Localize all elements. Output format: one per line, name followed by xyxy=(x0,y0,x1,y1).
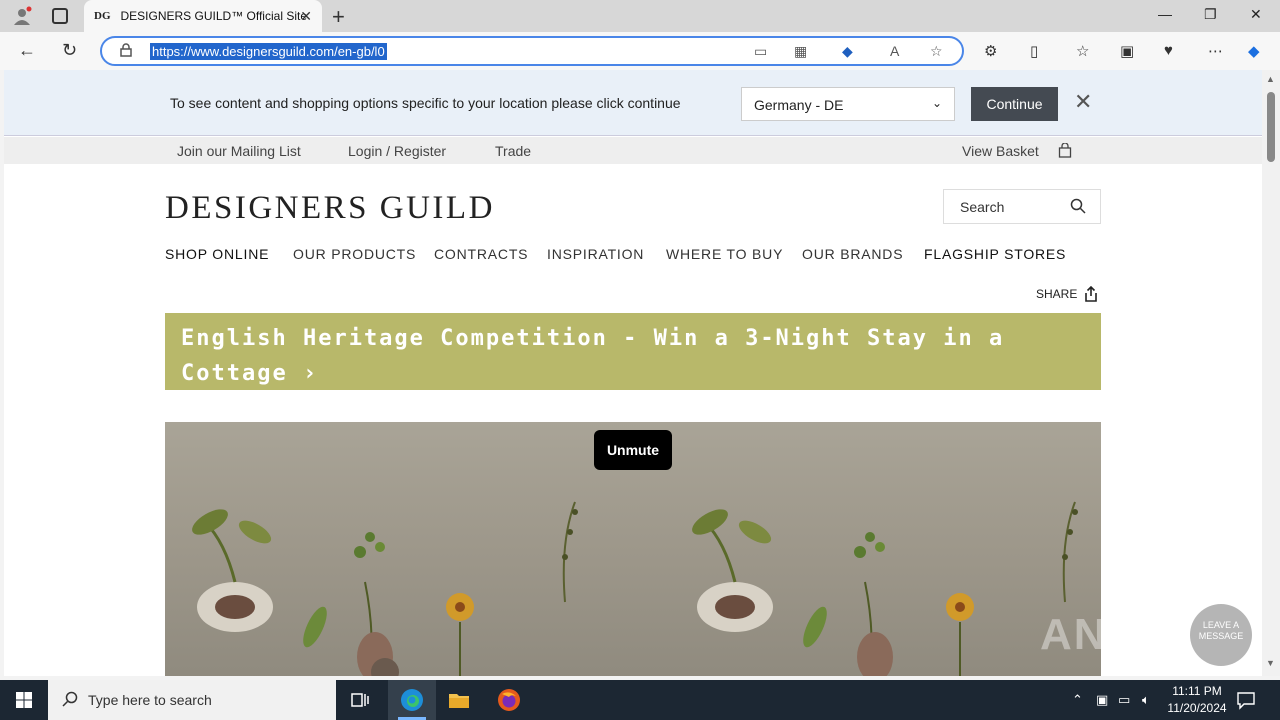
tray-expand-icon[interactable]: ⌃ xyxy=(1072,692,1083,708)
taskbar: Type here to search ⌃ ▣ ▭ 🔈︎ 11:11 PM 11… xyxy=(0,680,1280,720)
maximize-icon[interactable]: ❐ xyxy=(1204,6,1217,23)
unmute-button[interactable]: Unmute xyxy=(594,430,672,470)
device-tray-icon[interactable]: ▣ xyxy=(1096,692,1108,708)
nav-inspiration[interactable]: INSPIRATION xyxy=(547,246,644,262)
search-icon[interactable] xyxy=(1070,198,1086,214)
volume-icon[interactable]: 🔈︎ xyxy=(1142,692,1150,708)
extensions-icon[interactable]: ⚙ xyxy=(984,42,997,60)
edge-taskbar-item[interactable] xyxy=(388,680,436,720)
scroll-thumb[interactable] xyxy=(1267,92,1275,162)
profile-icon[interactable] xyxy=(12,6,32,26)
tab-bar: DG DESIGNERS GUILD™ Official Site ✕ + — … xyxy=(0,0,1280,32)
nav-our-brands[interactable]: OUR BRANDS xyxy=(802,246,903,262)
lock-icon xyxy=(120,43,132,57)
system-clock[interactable]: 11:11 PM 11/20/2024 xyxy=(1162,683,1232,717)
taskbar-search-placeholder: Type here to search xyxy=(88,692,212,708)
tab-actions-icon[interactable] xyxy=(52,8,68,24)
tab-favicon: DG xyxy=(94,10,111,22)
country-value: Germany - DE xyxy=(754,97,844,113)
promo-banner[interactable]: English Heritage Competition - Win a 3-N… xyxy=(165,313,1101,390)
login-link[interactable]: Login / Register xyxy=(348,143,446,159)
plant-group-left xyxy=(192,501,578,676)
site-search[interactable]: Search xyxy=(943,189,1101,224)
clock-time: 11:11 PM xyxy=(1172,684,1222,698)
view-basket-link[interactable]: View Basket xyxy=(962,143,1039,159)
more-icon[interactable]: ⋯ xyxy=(1208,42,1223,60)
copilot-icon[interactable]: ◆ xyxy=(1248,42,1260,60)
clock-date: 11/20/2024 xyxy=(1167,701,1227,715)
browser-tab[interactable]: DG DESIGNERS GUILD™ Official Site ✕ xyxy=(84,0,322,32)
basket-icon[interactable] xyxy=(1058,143,1072,158)
search-icon xyxy=(62,691,78,707)
search-placeholder: Search xyxy=(960,199,1005,215)
browser-toolbar: ← ↻ https://www.designersguild.com/en-gb… xyxy=(0,32,1280,70)
read-aloud-icon[interactable]: A xyxy=(890,43,899,59)
favorite-star-icon[interactable]: ☆ xyxy=(930,43,943,60)
scroll-down-icon[interactable]: ▼ xyxy=(1266,658,1275,668)
back-icon[interactable]: ← xyxy=(18,40,36,61)
favorites-icon[interactable]: ☆ xyxy=(1076,42,1089,60)
chevron-down-icon: ⌄ xyxy=(931,96,942,110)
promo-text: English Heritage Competition - Win a 3-N… xyxy=(181,326,1005,386)
collections-icon[interactable]: ▣ xyxy=(1120,42,1134,60)
minimize-icon[interactable]: — xyxy=(1158,6,1172,22)
scroll-up-icon[interactable]: ▲ xyxy=(1266,74,1275,84)
new-tab-icon[interactable]: + xyxy=(332,4,345,30)
plant-group-right xyxy=(692,501,1078,676)
notifications-icon[interactable] xyxy=(1236,690,1256,710)
nav-where-to-buy[interactable]: WHERE TO BUY xyxy=(666,246,783,262)
leave-message-button[interactable]: LEAVE A MESSAGE xyxy=(1190,604,1252,666)
nav-flagship-stores[interactable]: FLAGSHIP STORES xyxy=(924,246,1066,262)
edge-icon xyxy=(401,689,423,711)
page-scrollbar[interactable]: ▲ ▼ xyxy=(1262,70,1280,676)
url-text[interactable]: https://www.designersguild.com/en-gb/l0 xyxy=(150,43,387,60)
task-view-icon[interactable] xyxy=(348,688,372,712)
site-logo[interactable]: DESIGNERS GUILD xyxy=(165,190,495,227)
refresh-icon[interactable]: ↻ xyxy=(62,40,77,61)
address-bar[interactable]: https://www.designersguild.com/en-gb/l0 … xyxy=(100,36,964,66)
hero-video[interactable]: Unmute xyxy=(165,422,1101,676)
tab-close-icon[interactable]: ✕ xyxy=(300,8,312,25)
location-banner: To see content and shopping options spec… xyxy=(4,70,1262,136)
utility-nav: Join our Mailing List Login / Register T… xyxy=(4,137,1262,164)
continue-button[interactable]: Continue xyxy=(971,87,1058,121)
windows-start-icon[interactable] xyxy=(16,692,32,708)
close-banner-icon[interactable]: ✕ xyxy=(1074,89,1092,115)
location-message: To see content and shopping options spec… xyxy=(170,95,681,111)
web-page: To see content and shopping options spec… xyxy=(4,70,1262,676)
extension-badge-icon[interactable]: ◆ xyxy=(842,43,853,60)
nav-contracts[interactable]: CONTRACTS xyxy=(434,246,528,262)
nav-our-products[interactable]: OUR PRODUCTS xyxy=(293,246,416,262)
trade-link[interactable]: Trade xyxy=(495,143,531,159)
file-explorer-icon[interactable] xyxy=(447,688,471,712)
firefox-icon[interactable] xyxy=(497,688,521,712)
apps-icon[interactable]: ▦ xyxy=(794,43,807,60)
country-select[interactable]: Germany - DE ⌄ xyxy=(741,87,955,121)
split-screen-icon[interactable]: ▯ xyxy=(1030,42,1038,60)
taskbar-search[interactable]: Type here to search xyxy=(48,680,336,720)
share-icon[interactable] xyxy=(1084,286,1098,302)
chat-label: LEAVE A MESSAGE xyxy=(1198,620,1244,641)
mailing-list-link[interactable]: Join our Mailing List xyxy=(177,143,301,159)
performance-icon[interactable]: ♥ xyxy=(1164,42,1173,59)
nav-shop-online[interactable]: SHOP ONLINE xyxy=(165,246,269,262)
share-label[interactable]: SHARE xyxy=(1036,287,1077,301)
window-close-icon[interactable]: ✕ xyxy=(1250,6,1262,23)
device-icon[interactable]: ▭ xyxy=(754,43,767,60)
tab-title: DESIGNERS GUILD™ Official Site xyxy=(120,9,308,23)
network-icon[interactable]: ▭ xyxy=(1118,692,1130,708)
